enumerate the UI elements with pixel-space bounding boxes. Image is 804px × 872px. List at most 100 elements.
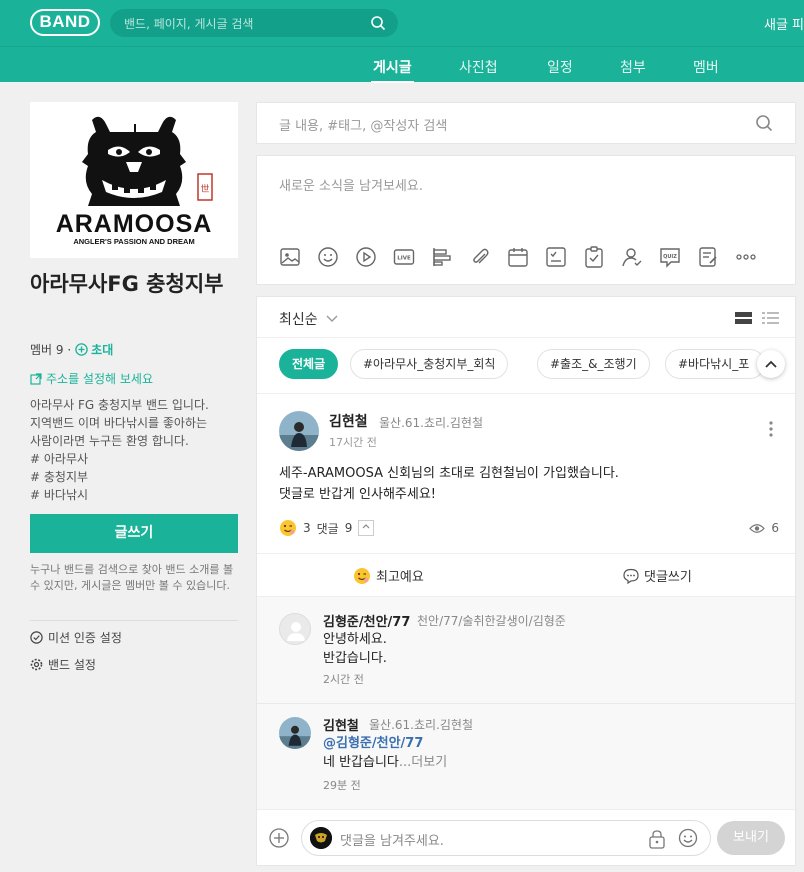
post-author-name[interactable]: 김현철 <box>329 411 368 431</box>
band-description: 아라무사 FG 충청지부 밴드 입니다. 지역밴드 이며 바다낚시를 좋아하는 … <box>30 396 240 504</box>
comment-count-label: 댓글 <box>316 521 339 536</box>
comment-author-name[interactable]: 김형준/천안/77 <box>323 611 410 630</box>
top-header: BAND 밴드, 페이지, 게시글 검색 새글 피 <box>0 0 804 46</box>
person-icon[interactable] <box>621 246 643 268</box>
attach-icon[interactable] <box>469 246 491 268</box>
post-feed: 최신순 전체글 #아라무사_충청지부_회칙 #출조_&_조행기 #바다낚시_포 … <box>256 296 796 866</box>
tag-chip[interactable]: #바다낚시_포 <box>665 349 765 379</box>
chevron-up-icon <box>362 524 370 529</box>
band-name: 아라무사FG 충청지부 <box>30 272 224 296</box>
write-comment-button[interactable]: 댓글쓰기 <box>623 566 692 585</box>
comment-icon <box>623 568 639 584</box>
search-icon[interactable] <box>370 15 386 31</box>
check-circle-icon <box>30 631 43 644</box>
divider <box>30 620 238 621</box>
divider <box>257 703 795 704</box>
like-label: 최고예요 <box>376 570 424 585</box>
member-count[interactable]: 멤버 9 · <box>30 341 71 358</box>
composer-placeholder: 새로운 소식을 남겨보세요. <box>279 179 423 194</box>
tab-members[interactable]: 멤버 <box>693 57 719 77</box>
add-attachment-icon[interactable] <box>269 828 289 848</box>
like-button[interactable]: 최고예요 <box>353 566 424 585</box>
band-settings-link[interactable]: 밴드 설정 <box>30 656 96 673</box>
calendar-icon[interactable] <box>507 246 529 268</box>
divider <box>257 337 795 338</box>
card-view-icon[interactable] <box>735 311 752 325</box>
description-line: # 아라무사 <box>30 452 89 466</box>
band-settings-label: 밴드 설정 <box>48 658 96 672</box>
description-line: # 충청지부 <box>30 470 89 484</box>
comment-mention[interactable]: @김형준/천안/77 <box>323 734 447 753</box>
sort-label: 최신순 <box>279 312 318 328</box>
tab-attachments[interactable]: 첨부 <box>620 57 646 77</box>
post-composer[interactable]: 새로운 소식을 남겨보세요. LIVE QUIZ <box>256 155 796 285</box>
comment-timestamp: 2시간 전 <box>323 673 364 686</box>
live-icon[interactable]: LIVE <box>393 246 415 268</box>
comment-text-content: 네 반갑습니다 <box>323 755 399 770</box>
memo-icon[interactable] <box>697 246 719 268</box>
read-more-link[interactable]: ...더보기 <box>399 755 447 770</box>
emoji-icon[interactable] <box>678 828 698 848</box>
global-search-input[interactable]: 밴드, 페이지, 게시글 검색 <box>110 9 398 37</box>
band-tab-bar: 게시글 사진첩 일정 첨부 멤버 <box>0 46 804 83</box>
post-body-line: 댓글로 반갑게 인사해주세요! <box>279 487 436 502</box>
tag-chip[interactable]: #아라무사_충청지부_회칙 <box>350 349 509 379</box>
band-cover-image[interactable]: 世 ARAMOOSA ANGLER'S PASSION AND DREAM <box>30 102 238 258</box>
divider <box>257 393 795 394</box>
post-author-nickname: 울산.61.쵸리.김현철 <box>379 416 483 430</box>
image-icon[interactable] <box>279 246 301 268</box>
chevron-down-icon <box>326 315 338 322</box>
sort-dropdown[interactable]: 최신순 <box>279 309 338 329</box>
wink-emoji-icon[interactable] <box>279 519 297 537</box>
comment-line: 안녕하세요. <box>323 632 387 647</box>
checklist-icon[interactable] <box>545 246 567 268</box>
reaction-count[interactable]: 3 <box>303 521 311 535</box>
description-line: # 바다낚시 <box>30 488 89 502</box>
post-timestamp: 17시간 전 <box>329 436 377 449</box>
author-avatar[interactable] <box>279 411 319 451</box>
comment-input[interactable]: 댓글을 남겨주세요. <box>301 820 711 856</box>
collapse-tags-button[interactable] <box>757 350 785 378</box>
commenter-avatar[interactable] <box>279 717 311 749</box>
video-icon[interactable] <box>355 246 377 268</box>
default-avatar-icon <box>287 622 305 641</box>
set-address-label: 주소를 설정해 보세요 <box>46 372 153 386</box>
more-vertical-icon[interactable] <box>769 421 773 437</box>
commenter-avatar[interactable] <box>279 613 311 645</box>
global-search-placeholder: 밴드, 페이지, 게시글 검색 <box>124 17 254 31</box>
comment-line: 네 반갑습니다...더보기 <box>323 753 447 772</box>
search-icon[interactable] <box>755 114 773 132</box>
list-view-icon[interactable] <box>762 311 779 325</box>
lock-icon[interactable] <box>648 829 666 849</box>
chevron-up-icon <box>765 360 777 368</box>
my-avatar <box>310 827 332 849</box>
avatar-photo <box>279 411 319 451</box>
write-post-button[interactable]: 글쓰기 <box>30 514 238 553</box>
set-address-link[interactable]: 주소를 설정해 보세요 <box>30 370 153 387</box>
more-icon[interactable] <box>735 246 757 268</box>
new-posts-link[interactable]: 새글 피 <box>764 14 804 33</box>
svg-text:世: 世 <box>200 183 209 195</box>
band-logo[interactable]: BAND <box>30 9 100 36</box>
quiz-icon[interactable]: QUIZ <box>659 246 681 268</box>
emoji-icon[interactable] <box>317 246 339 268</box>
comment-author-name[interactable]: 김현철 <box>323 715 359 734</box>
poll-icon[interactable] <box>431 246 453 268</box>
gear-icon <box>30 658 43 671</box>
post-search-input[interactable]: 글 내용, #태그, @작성자 검색 <box>256 102 796 144</box>
tag-chip[interactable]: #출조_&_조행기 <box>537 349 650 379</box>
tag-chip-all[interactable]: 전체글 <box>279 349 339 379</box>
description-line: 지역밴드 이며 바다낚시를 좋아하는 <box>30 416 208 430</box>
send-comment-button[interactable]: 보내기 <box>717 821 785 855</box>
mission-settings-link[interactable]: 미션 인증 설정 <box>30 629 122 646</box>
tab-posts[interactable]: 게시글 <box>371 57 414 83</box>
todo-icon[interactable] <box>583 246 605 268</box>
view-count: 6 <box>771 521 779 535</box>
tab-photos[interactable]: 사진첩 <box>459 57 498 77</box>
invite-button[interactable]: 초대 <box>75 341 113 358</box>
collapse-comments-button[interactable] <box>358 520 375 536</box>
post-body: 세주-ARAMOOSA 신회님의 초대로 김현철님이 가입했습니다. 댓글로 반… <box>279 463 619 505</box>
tab-schedule[interactable]: 일정 <box>547 57 573 77</box>
member-line: 멤버 9 · 초대 <box>30 341 113 358</box>
comment-text: @김형준/천안/77 네 반갑습니다...더보기 <box>323 734 447 772</box>
